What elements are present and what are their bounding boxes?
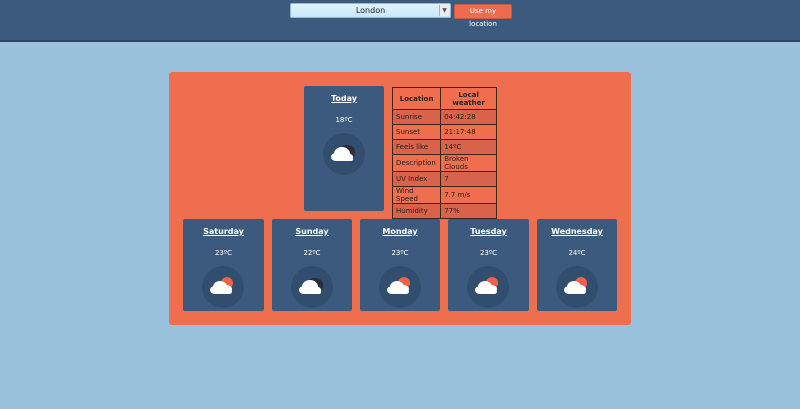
row-value: Broken Clouds (440, 154, 497, 172)
row-value: 7 (440, 171, 497, 187)
table-header-location: Location (391, 87, 442, 110)
row-value: 21:17:48 (440, 124, 497, 140)
forecast-day-label: Sunday (295, 227, 329, 236)
row-value: 14ºC (440, 139, 497, 155)
row-label: Sunrise (391, 109, 442, 125)
table-row: Humidity 77% (391, 203, 497, 219)
today-day-label: Today (331, 94, 357, 103)
table-row: Wind Speed 7.7 m/s (391, 186, 497, 204)
row-label: Description (391, 154, 442, 172)
forecast-temp: 23ºC (479, 249, 498, 257)
forecast-day-label: Monday (382, 227, 418, 236)
forecast-day-label: Wednesday (551, 227, 603, 236)
sun-cloud-icon (556, 266, 598, 308)
table-row: Feels like 14ºC (391, 139, 497, 155)
row-label: Humidity (391, 203, 442, 219)
forecast-temp: 23ºC (391, 249, 409, 257)
table-row: Sunset 21:17:48 (391, 124, 497, 140)
sun-cloud-icon (379, 266, 421, 308)
weather-details-table: Location Local weather Sunrise 04:42:28 … (391, 87, 497, 219)
table-row: UV Index 7 (391, 171, 497, 187)
broken-clouds-icon (323, 133, 365, 175)
today-card: Today 18ºC (304, 86, 384, 211)
table-row: Sunrise 04:42:28 (391, 109, 497, 125)
broken-clouds-icon (291, 266, 333, 308)
row-label: Sunset (391, 124, 442, 140)
forecast-card-tuesday: Tuesday 23ºC (448, 219, 529, 311)
top-bar: London ▼ Use my location (0, 0, 800, 42)
row-label: UV Index (391, 171, 442, 187)
forecast-day-label: Tuesday (470, 227, 507, 236)
table-row: Description Broken Clouds (391, 154, 497, 172)
row-value: 7.7 m/s (440, 186, 497, 204)
chevron-down-icon[interactable]: ▼ (439, 5, 449, 16)
forecast-day-label: Saturday (203, 227, 244, 236)
row-value: 04:42:28 (440, 109, 497, 125)
sun-cloud-icon (467, 266, 509, 308)
sun-cloud-icon (202, 266, 244, 308)
row-label: Feels like (391, 139, 442, 155)
forecast-card-monday: Monday 23ºC (360, 219, 440, 311)
today-temp: 18ºC (335, 116, 353, 124)
city-select[interactable]: London ▼ (290, 3, 451, 18)
city-select-value: London (355, 6, 386, 15)
use-my-location-button[interactable]: Use my location (454, 4, 512, 28)
forecast-temp: 24ºC (568, 249, 586, 257)
forecast-temp: 23ºC (214, 249, 233, 257)
forecast-card-sunday: Sunday 22ºC (272, 219, 352, 311)
forecast-card-saturday: Saturday 23ºC (183, 219, 264, 311)
row-label: Wind Speed (391, 186, 442, 204)
forecast-card-wednesday: Wednesday 24ºC (537, 219, 617, 311)
table-header-local-weather: Local weather (440, 87, 497, 110)
row-value: 77% (440, 203, 497, 219)
forecast-temp: 22ºC (303, 249, 321, 257)
